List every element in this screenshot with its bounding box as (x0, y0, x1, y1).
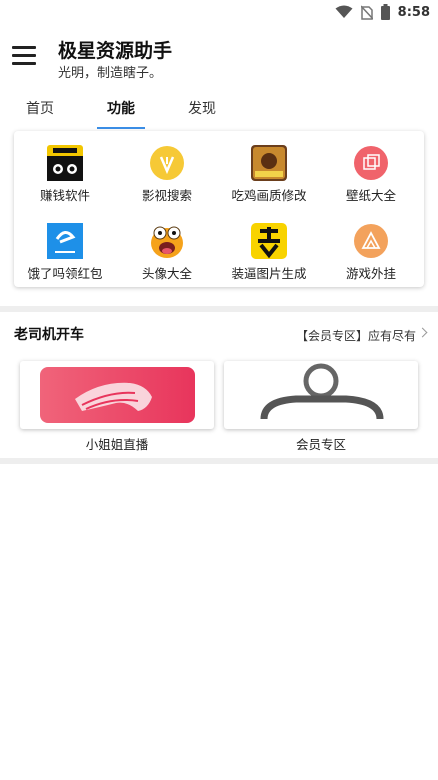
tile-live-stream[interactable]: 小姐姐直播 (20, 361, 214, 452)
game-hack-icon (354, 224, 388, 258)
fake-image-icon (251, 223, 287, 259)
feature-label: 头像大全 (141, 266, 192, 281)
feature-item-game-hacks[interactable]: 游戏外挂 (320, 213, 422, 285)
feature-item-eleme-coupon[interactable]: 饿了吗领红包 (14, 213, 116, 285)
feature-label: 壁纸大全 (345, 188, 396, 203)
avatar-face-icon (151, 226, 183, 258)
section-more-link[interactable]: 【会员专区】应有尽有 (296, 327, 416, 344)
wifi-icon (335, 5, 353, 18)
app-subtitle: 光明，制造瞎子。 (58, 66, 163, 81)
eleme-icon (47, 223, 83, 259)
tab-bar: 首页 功能 发现 (0, 94, 438, 130)
tab-discover[interactable]: 发现 (180, 94, 224, 130)
wallpaper-icon (354, 146, 388, 180)
app-title: 极星资源助手 (58, 40, 173, 62)
feature-item-video-search[interactable]: 影视搜索 (116, 135, 218, 207)
section-divider (0, 458, 438, 464)
section-title: 老司机开车 (14, 327, 84, 343)
no-sim-icon (360, 4, 373, 20)
feature-label: 赚钱软件 (39, 188, 90, 203)
live-stream-icon (40, 367, 195, 423)
tile-member-zone[interactable]: 会员专区 (224, 361, 418, 452)
feature-item-fake-images[interactable]: 装逼图片生成 (218, 213, 320, 285)
feature-label: 饿了吗领红包 (27, 266, 103, 281)
tab-home[interactable]: 首页 (18, 94, 62, 130)
status-icons: 8:58 (335, 4, 430, 20)
chevron-right-icon (417, 327, 428, 338)
feature-grid-card: 赚钱软件 影视搜索 吃鸡画质修改 壁纸大全 饿了吗领红包 头像大全 装逼图片生成… (14, 131, 424, 287)
tile-image (20, 361, 214, 429)
feature-label: 装逼图片生成 (231, 266, 307, 281)
app-bar: 极星资源助手 光明，制造瞎子。 (0, 26, 438, 88)
clock: 8:58 (397, 4, 430, 20)
section-divider (0, 306, 438, 312)
tile-label: 小姐姐直播 (85, 437, 149, 452)
battery-icon (380, 4, 390, 20)
feature-item-pubg-graphics[interactable]: 吃鸡画质修改 (218, 135, 320, 207)
feature-item-earn-money[interactable]: 赚钱软件 (14, 135, 116, 207)
tile-image (224, 361, 418, 429)
hamburger-menu-icon[interactable] (12, 46, 36, 66)
feature-label: 影视搜索 (141, 188, 192, 203)
game-graphics-icon (251, 145, 287, 181)
member-user-icon (260, 363, 384, 420)
video-search-icon (150, 146, 184, 180)
feature-label: 游戏外挂 (345, 266, 396, 281)
tab-features[interactable]: 功能 (97, 94, 145, 130)
tile-label: 会员专区 (295, 437, 346, 452)
feature-item-wallpapers[interactable]: 壁纸大全 (320, 135, 422, 207)
feature-item-avatars[interactable]: 头像大全 (116, 213, 218, 285)
reward-cat-icon (47, 145, 83, 181)
feature-label: 吃鸡画质修改 (231, 188, 307, 203)
tab-indicator (97, 127, 145, 129)
status-bar: 8:58 (0, 0, 438, 26)
